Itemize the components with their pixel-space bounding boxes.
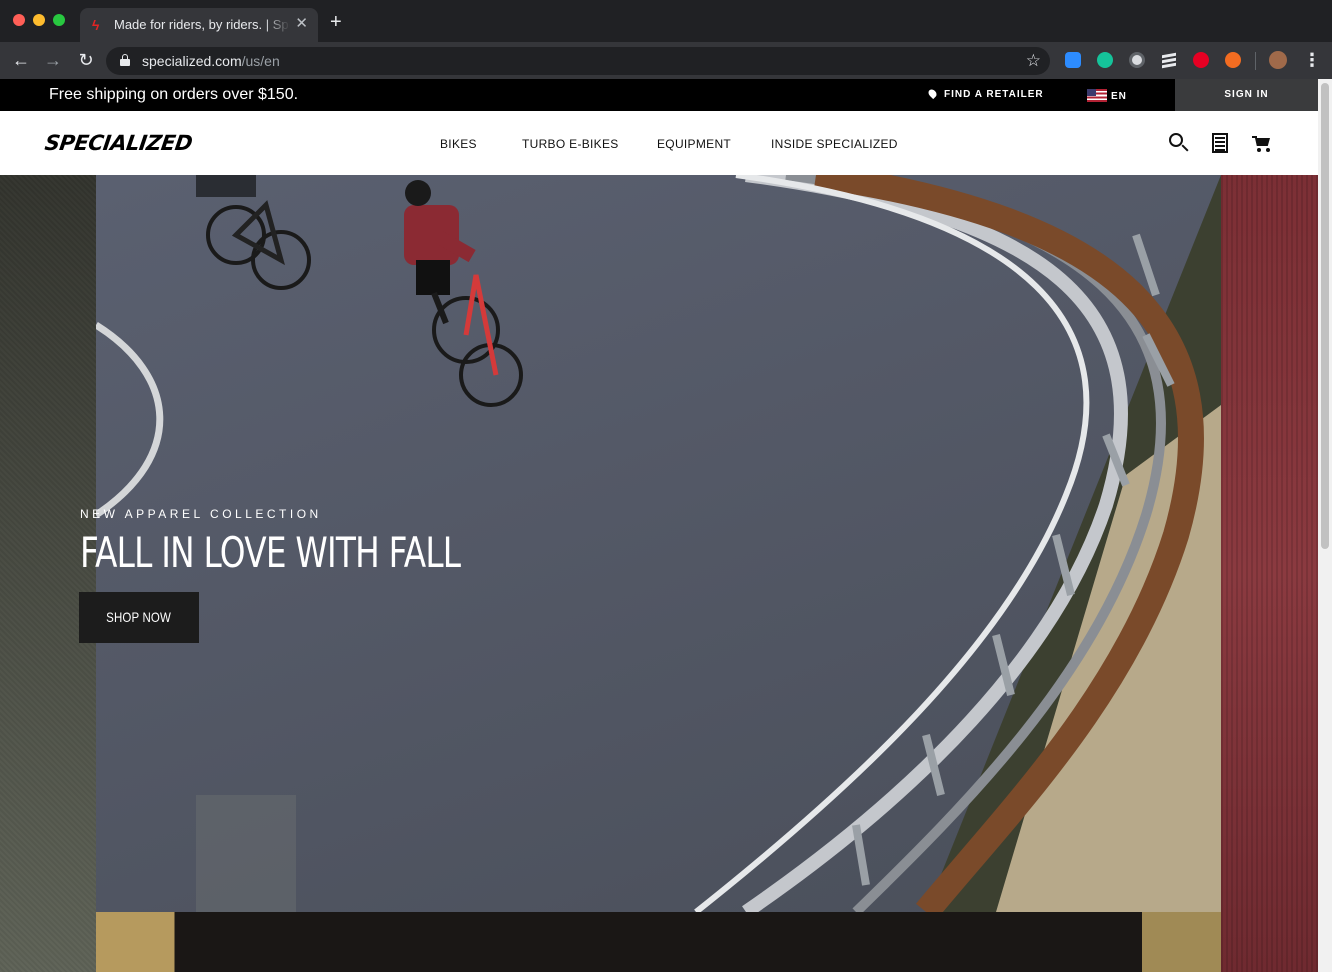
cart-icon[interactable]: [1252, 135, 1272, 153]
nav-turbo-e-bikes[interactable]: TURBO E-BIKES: [522, 137, 619, 151]
scrollbar-thumb[interactable]: [1321, 83, 1329, 549]
lock-icon[interactable]: [120, 54, 130, 66]
cyclist-front: [196, 175, 311, 290]
main-nav: SPECIALIZED BIKES TURBO E-BIKES EQUIPMEN…: [0, 111, 1318, 175]
grammarly-extension-icon[interactable]: [1097, 52, 1113, 68]
tab-title: Made for riders, by riders. | Specialize…: [114, 17, 290, 32]
url-text[interactable]: specialized.com/us/en: [142, 53, 280, 69]
next-section-preview: [96, 912, 1221, 972]
buffer-extension-icon[interactable]: [1161, 52, 1177, 69]
specialized-s-icon: ϟ: [92, 17, 100, 33]
location-pin-icon: [926, 87, 939, 100]
minimize-window-button[interactable]: [33, 14, 45, 26]
back-arrow-icon[interactable]: ←: [11, 50, 31, 70]
us-flag-icon: [1087, 89, 1107, 102]
hero-eyebrow: NEW APPAREL COLLECTION: [80, 507, 322, 521]
page-scrollbar[interactable]: [1318, 79, 1332, 972]
utility-bar: Free shipping on orders over $150. FIND …: [0, 79, 1318, 111]
honey-extension-icon[interactable]: [1225, 52, 1241, 68]
reload-icon[interactable]: ↻: [76, 50, 96, 70]
nav-equipment[interactable]: EQUIPMENT: [657, 137, 731, 151]
hero-banner: NEW APPAREL COLLECTION FALL IN LOVE WITH…: [0, 175, 1318, 972]
zoom-extension-icon[interactable]: [1065, 52, 1081, 68]
nav-inside-specialized[interactable]: INSIDE SPECIALIZED: [771, 137, 898, 151]
browser-tab[interactable]: ϟ Made for riders, by riders. | Speciali…: [80, 8, 318, 42]
toolbar-divider: [1255, 52, 1256, 70]
circle-extension-icon[interactable]: [1129, 52, 1145, 68]
fabric-texture-right: [1221, 175, 1318, 972]
free-shipping-banner: Free shipping on orders over $150.: [49, 86, 299, 103]
new-tab-icon[interactable]: +: [330, 12, 342, 32]
search-icon[interactable]: [1169, 133, 1189, 153]
close-window-button[interactable]: [13, 14, 25, 26]
profile-avatar[interactable]: [1269, 51, 1287, 69]
hero-title: FALL IN LOVE WITH FALL: [80, 528, 461, 577]
browser-tab-strip: ϟ Made for riders, by riders. | Speciali…: [0, 0, 1332, 42]
shop-now-label: SHOP NOW: [106, 609, 172, 625]
chrome-menu-icon[interactable]: ⋮: [1303, 50, 1321, 70]
language-label: EN: [1111, 91, 1127, 102]
find-retailer-link[interactable]: FIND A RETAILER: [926, 87, 1044, 101]
nav-bikes[interactable]: BIKES: [440, 137, 477, 151]
url-path: /us/en: [241, 53, 280, 69]
catalog-list-icon[interactable]: [1212, 133, 1228, 153]
bookmark-star-icon[interactable]: ☆: [1026, 51, 1041, 71]
url-host: specialized.com: [142, 53, 242, 69]
pinterest-extension-icon[interactable]: [1193, 52, 1209, 68]
cyclist-red-jersey: [404, 180, 523, 407]
shop-now-button[interactable]: SHOP NOW: [79, 592, 199, 643]
forward-arrow-icon[interactable]: →: [43, 50, 63, 70]
maximize-window-button[interactable]: [53, 14, 65, 26]
sign-in-button[interactable]: SIGN IN: [1175, 79, 1318, 111]
specialized-logo[interactable]: SPECIALIZED: [43, 131, 193, 155]
find-retailer-label: FIND A RETAILER: [944, 89, 1044, 100]
close-tab-icon[interactable]: ✕: [295, 16, 308, 32]
browser-toolbar: ← → ↻ specialized.com/us/en ☆ ⋮: [0, 42, 1332, 79]
address-bar[interactable]: specialized.com/us/en ☆: [106, 47, 1050, 75]
language-selector[interactable]: EN: [1087, 89, 1127, 103]
